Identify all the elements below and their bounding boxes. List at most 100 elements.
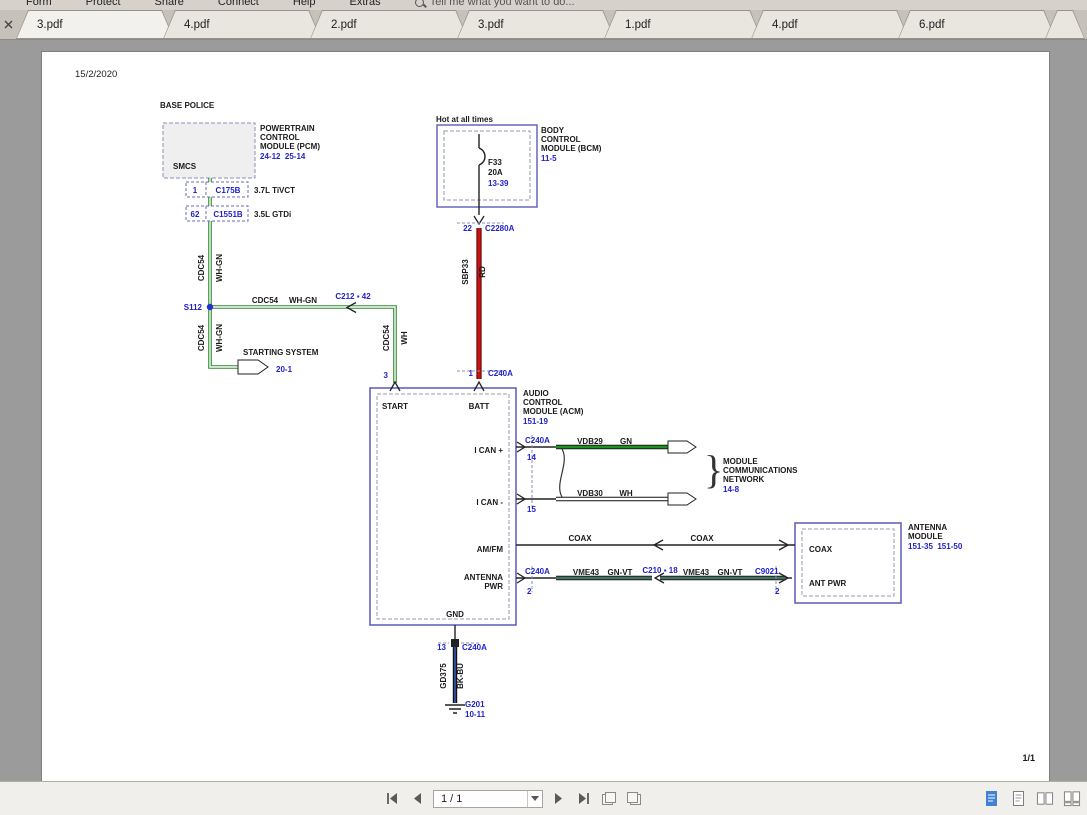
ant-pin-2b: 2 [775, 587, 780, 596]
bcm-ref: 11-5 [541, 154, 557, 163]
wire-label-vme43-1: VME43 [573, 568, 600, 577]
first-page-button[interactable] [383, 790, 401, 808]
tab-4[interactable]: 3.pdf [457, 10, 615, 39]
pcm-title-3: MODULE (PCM) [260, 142, 320, 151]
tab-3[interactable]: 2.pdf [310, 10, 468, 39]
antenna-title-1: ANTENNA [908, 523, 947, 532]
tab-3-label: 2.pdf [331, 19, 357, 31]
menu-protect[interactable]: Protect [86, 0, 121, 8]
connector-c210: C210 ▪ 18 [642, 566, 678, 575]
hot-at-all-times-box [437, 125, 537, 207]
tab-7[interactable]: 6.pdf [898, 10, 1056, 39]
c1551b-pin: 62 [191, 210, 200, 219]
c175b-note: 3.7L TiVCT [254, 186, 295, 195]
menu-connect[interactable]: Connect [218, 0, 259, 8]
next-page-button[interactable] [550, 790, 568, 808]
ground-g201-label: G201 [465, 700, 485, 709]
connector-c212: C212 ▪ 42 [335, 292, 371, 301]
starting-system-connector-arrow [238, 360, 268, 374]
assistant-search[interactable]: Tell me what you want to do... [415, 0, 575, 8]
antenna-refs: 151-35 151-50 [908, 542, 963, 551]
acm-gnd-label: GND [446, 610, 464, 619]
first-page-icon [385, 792, 399, 805]
tab-6[interactable]: 4.pdf [751, 10, 909, 39]
view-mode-buttons [982, 782, 1081, 815]
wire-label-vdb29: VDB29 [577, 437, 603, 446]
network-label-2: COMMUNICATIONS [723, 466, 798, 475]
can-connector-c240a: C240A [525, 436, 550, 445]
document-canvas: 15/2/2020 BASE POLICE POWERTRAIN CONTROL… [0, 40, 1087, 781]
acm-ican-minus-label: I CAN - [476, 498, 503, 507]
menu-extras[interactable]: Extras [350, 0, 381, 8]
chevron-down-icon [531, 796, 539, 801]
previous-page-button[interactable] [408, 790, 426, 808]
acm-antenna-label: ANTENNA [464, 573, 503, 582]
next-view-button[interactable] [625, 790, 643, 808]
close-tab-button[interactable] [0, 10, 16, 39]
pdf-page: 15/2/2020 BASE POLICE POWERTRAIN CONTROL… [42, 52, 1049, 781]
tab-2-label: 4.pdf [184, 19, 210, 31]
acm-ref: 151-19 [523, 417, 548, 426]
page-number-input[interactable]: 1 / 1 [433, 790, 543, 808]
wiring-diagram: 15/2/2020 BASE POLICE POWERTRAIN CONTROL… [42, 52, 1049, 781]
fuse-name: F33 [488, 158, 502, 167]
menubar: Form Protect Share Connect Help Extras T… [0, 0, 1087, 10]
acm-pin-1: 1 [469, 369, 474, 378]
acm-ican-plus-label: I CAN + [474, 446, 503, 455]
label-base-police: BASE POLICE [160, 101, 215, 110]
last-page-button[interactable] [575, 790, 593, 808]
overlapping-pages-icon-2 [626, 791, 642, 806]
wire-label-whgn-2: WH-GN [289, 296, 317, 305]
tab-2[interactable]: 4.pdf [163, 10, 321, 39]
network-label-1: MODULE [723, 457, 758, 466]
antenna-module-box [795, 523, 901, 603]
continuous-facing-view-button[interactable] [1063, 790, 1081, 808]
wire-label-wh-2: WH [619, 489, 633, 498]
connector-c2280a: C2280A [485, 224, 515, 233]
menu-share[interactable]: Share [155, 0, 184, 8]
continuous-facing-view-icon [1063, 790, 1081, 807]
tab-5[interactable]: 1.pdf [604, 10, 762, 39]
single-page-view-icon [984, 790, 999, 807]
fuse-ref: 13-39 [488, 179, 509, 188]
single-page-view-button[interactable] [982, 790, 1000, 808]
pcm-title-2: CONTROL [260, 133, 300, 142]
wire-label-coax-2: COAX [690, 534, 714, 543]
menu-help[interactable]: Help [293, 0, 316, 8]
wire-label-rd: RD [478, 266, 487, 278]
document-tabbar: 3.pdf 4.pdf 2.pdf 3.pdf 1.pdf 4.pdf 6.pd… [0, 10, 1087, 40]
starting-system-ref: 20-1 [276, 365, 293, 374]
tab-1[interactable]: 3.pdf [16, 10, 174, 39]
statusbar: 1 / 1 [0, 781, 1087, 815]
acm-title-1: AUDIO [523, 389, 549, 398]
network-label-3: NETWORK [723, 475, 765, 484]
can-plus-network-arrow [668, 441, 696, 453]
wire-label-cdc54-1: CDC54 [197, 254, 206, 281]
facing-view-icon [1036, 790, 1054, 807]
menu-form[interactable]: Form [26, 0, 52, 8]
acm-title-2: CONTROL [523, 398, 563, 407]
next-page-icon [553, 792, 565, 805]
pcm-title-1: POWERTRAIN [260, 124, 315, 133]
facing-view-button[interactable] [1036, 790, 1054, 808]
tab-1-label: 3.pdf [37, 19, 63, 31]
previous-page-icon [411, 792, 423, 805]
continuous-view-button[interactable] [1009, 790, 1027, 808]
continuous-view-icon [1011, 790, 1026, 807]
page-dropdown-button[interactable] [527, 791, 542, 807]
wire-label-gnvt-2: GN-VT [718, 568, 743, 577]
bcm-pin-22: 22 [463, 224, 472, 233]
previous-view-button[interactable] [600, 790, 618, 808]
wire-label-cdc54-2: CDC54 [252, 296, 279, 305]
antenna-antpwr-pin-label: ANT PWR [809, 579, 847, 588]
c175b-name: C175B [216, 186, 241, 195]
acm-batt-label: BATT [469, 402, 490, 411]
acm-pwr-label: PWR [484, 582, 503, 591]
splice-s112-label: S112 [184, 303, 203, 312]
tab-8-partial[interactable] [1045, 10, 1085, 39]
last-page-icon [577, 792, 591, 805]
fuse-rating: 20A [488, 168, 503, 177]
antenna-coax-pin-label: COAX [809, 545, 833, 554]
wire-label-gn: GN [620, 437, 632, 446]
bcm-title-2: CONTROL [541, 135, 581, 144]
